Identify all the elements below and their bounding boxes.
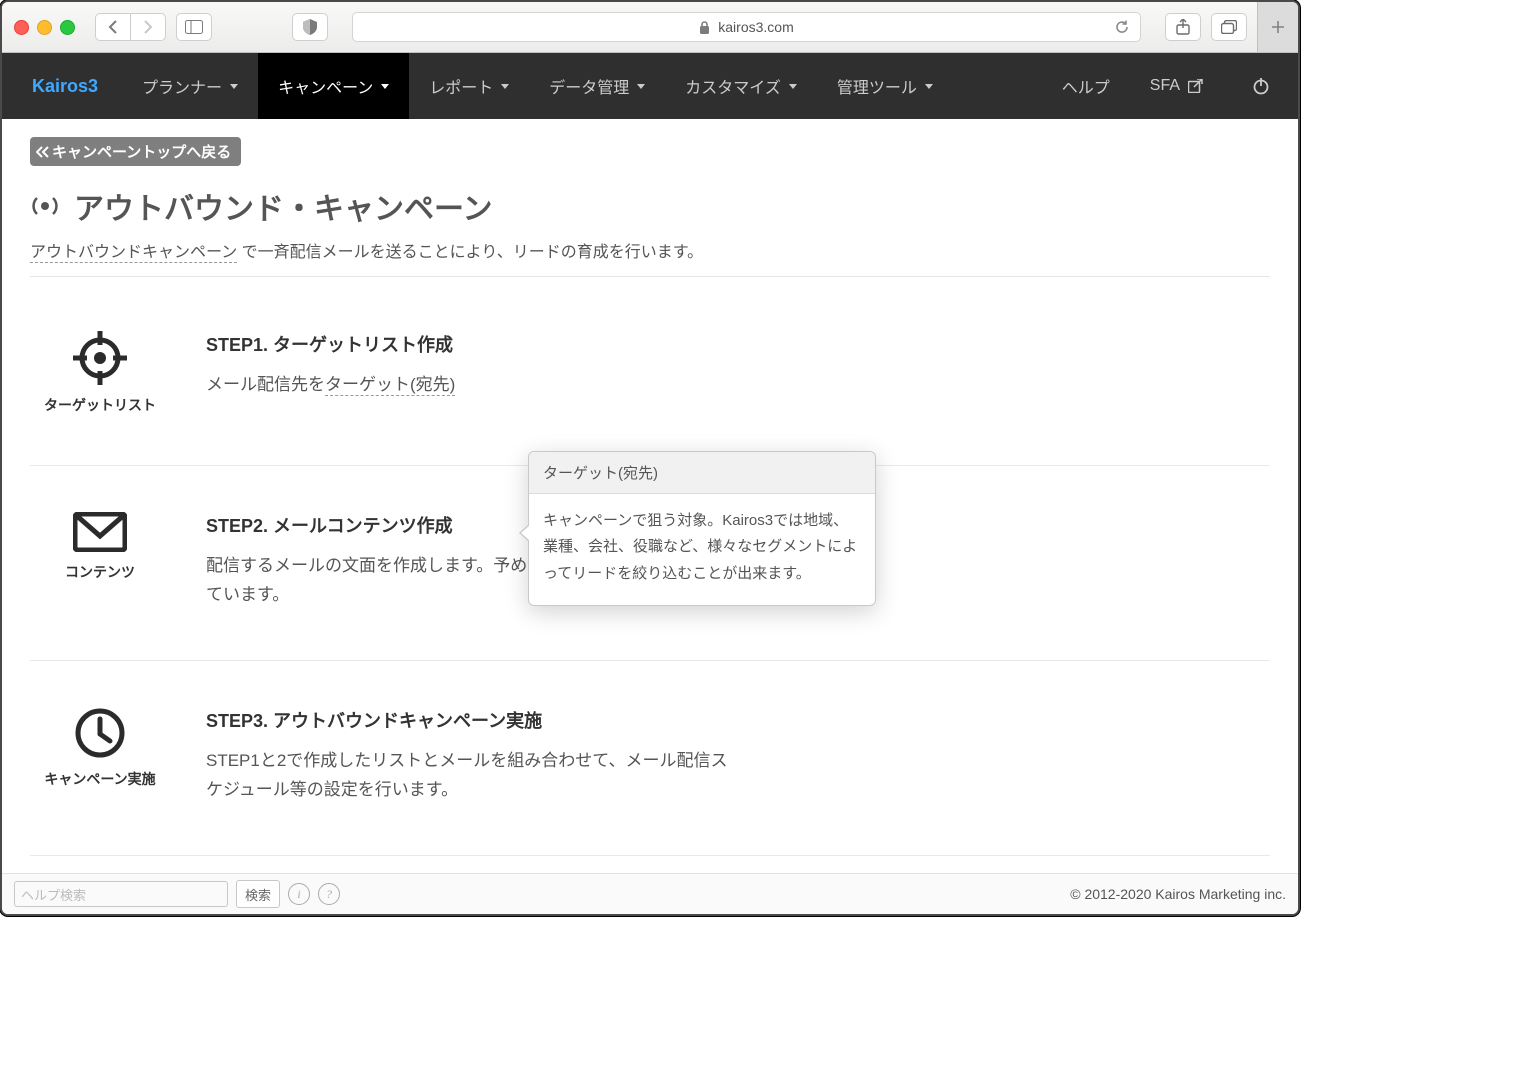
tooltip-target: ターゲット(宛先) キャンペーンで狙う対象。Kairos3では地域、業種、会社、… xyxy=(528,451,876,606)
main-content: キャンペーントップへ戻る アウトバウンド・キャンペーン アウトバウンドキャンペー… xyxy=(2,119,1298,873)
envelope-icon xyxy=(73,512,127,552)
maximize-window-button[interactable] xyxy=(60,20,75,35)
step-title: STEP3. アウトバウンドキャンペーン実施 xyxy=(206,707,736,733)
chevron-down-icon xyxy=(501,84,509,89)
double-chevron-left-icon xyxy=(36,146,50,158)
tabs-overview-button[interactable] xyxy=(1211,13,1247,41)
page-title: アウトバウンド・キャンペーン xyxy=(30,184,1270,228)
close-window-button[interactable] xyxy=(14,20,29,35)
step-3: キャンペーン実施 STEP3. アウトバウンドキャンペーン実施 STEP1と2で… xyxy=(30,661,1270,856)
step-description: メール配信先をターゲット(宛先) xyxy=(206,371,455,400)
term-outbound-campaign[interactable]: アウトバウンドキャンペーン xyxy=(30,244,237,263)
step-icon-label: コンテンツ xyxy=(65,562,135,582)
tooltip-title: ターゲット(宛先) xyxy=(529,452,875,494)
chevron-down-icon xyxy=(925,84,933,89)
tooltip-body: キャンペーンで狙う対象。Kairos3では地域、業種、会社、役職など、様々なセグ… xyxy=(529,494,875,605)
footer-bar: ヘルプ検索 検索 i ? © 2012-2020 Kairos Marketin… xyxy=(2,873,1298,914)
nav-report[interactable]: レポート xyxy=(409,53,529,119)
chevron-down-icon xyxy=(789,84,797,89)
back-to-campaign-top-button[interactable]: キャンペーントップへ戻る xyxy=(30,137,241,166)
nav-buttons xyxy=(95,13,166,41)
step-icon-label: ターゲットリスト xyxy=(44,395,156,415)
external-link-icon xyxy=(1188,79,1204,93)
nav-help[interactable]: ヘルプ xyxy=(1042,53,1130,119)
browser-window: kairos3.com Kairos3 プランナー キャンペーン レポート デー… xyxy=(0,0,1300,916)
nav-customize[interactable]: カスタマイズ xyxy=(665,53,817,119)
brand-logo[interactable]: Kairos3 xyxy=(32,53,122,119)
reload-icon[interactable] xyxy=(1114,19,1130,35)
chevron-down-icon xyxy=(381,84,389,89)
nav-planner[interactable]: プランナー xyxy=(122,53,258,119)
app-navbar: Kairos3 プランナー キャンペーン レポート データ管理 カスタマイズ 管… xyxy=(2,53,1298,119)
chevron-down-icon xyxy=(230,84,238,89)
chevron-down-icon xyxy=(637,84,645,89)
browser-toolbar: kairos3.com xyxy=(2,2,1298,53)
nav-admin[interactable]: 管理ツール xyxy=(817,53,953,119)
broadcast-icon xyxy=(30,191,60,221)
step-icon-label: キャンペーン実施 xyxy=(44,769,155,789)
url-text: kairos3.com xyxy=(718,19,793,35)
nav-campaign[interactable]: キャンペーン xyxy=(258,53,409,119)
power-button[interactable] xyxy=(1224,53,1298,119)
copyright-text: © 2012-2020 Kairos Marketing inc. xyxy=(1070,886,1286,902)
help-icon[interactable]: ? xyxy=(318,883,340,905)
nav-sfa[interactable]: SFA xyxy=(1130,53,1224,119)
forward-button[interactable] xyxy=(131,13,166,41)
minimize-window-button[interactable] xyxy=(37,20,52,35)
help-search-input[interactable]: ヘルプ検索 xyxy=(14,881,228,907)
address-bar[interactable]: kairos3.com xyxy=(352,12,1141,42)
step-description: STEP1と2で作成したリストとメールを組み合わせて、メール配信スケジュール等の… xyxy=(206,747,736,805)
lock-icon xyxy=(699,21,710,34)
share-button[interactable] xyxy=(1165,13,1201,41)
help-search-button[interactable]: 検索 xyxy=(236,880,280,908)
new-tab-button[interactable] xyxy=(1257,2,1298,52)
step-title: STEP1. ターゲットリスト作成 xyxy=(206,331,455,357)
sidebar-toggle-button[interactable] xyxy=(176,13,212,41)
step-1: ターゲットリスト STEP1. ターゲットリスト作成 メール配信先をターゲット(… xyxy=(30,285,1270,466)
term-target[interactable]: ターゲット(宛先) xyxy=(325,375,455,396)
clock-icon xyxy=(74,707,126,759)
page-subtitle: アウトバウンドキャンペーン で一斉配信メールを送ることにより、リードの育成を行い… xyxy=(30,238,1270,262)
back-button[interactable] xyxy=(95,13,131,41)
traffic-lights xyxy=(14,20,75,35)
privacy-shield-button[interactable] xyxy=(292,13,328,41)
steps-list: ターゲットリスト STEP1. ターゲットリスト作成 メール配信先をターゲット(… xyxy=(30,285,1270,856)
power-icon xyxy=(1252,77,1270,95)
info-icon[interactable]: i xyxy=(288,883,310,905)
target-icon xyxy=(73,331,127,385)
nav-data[interactable]: データ管理 xyxy=(529,53,665,119)
